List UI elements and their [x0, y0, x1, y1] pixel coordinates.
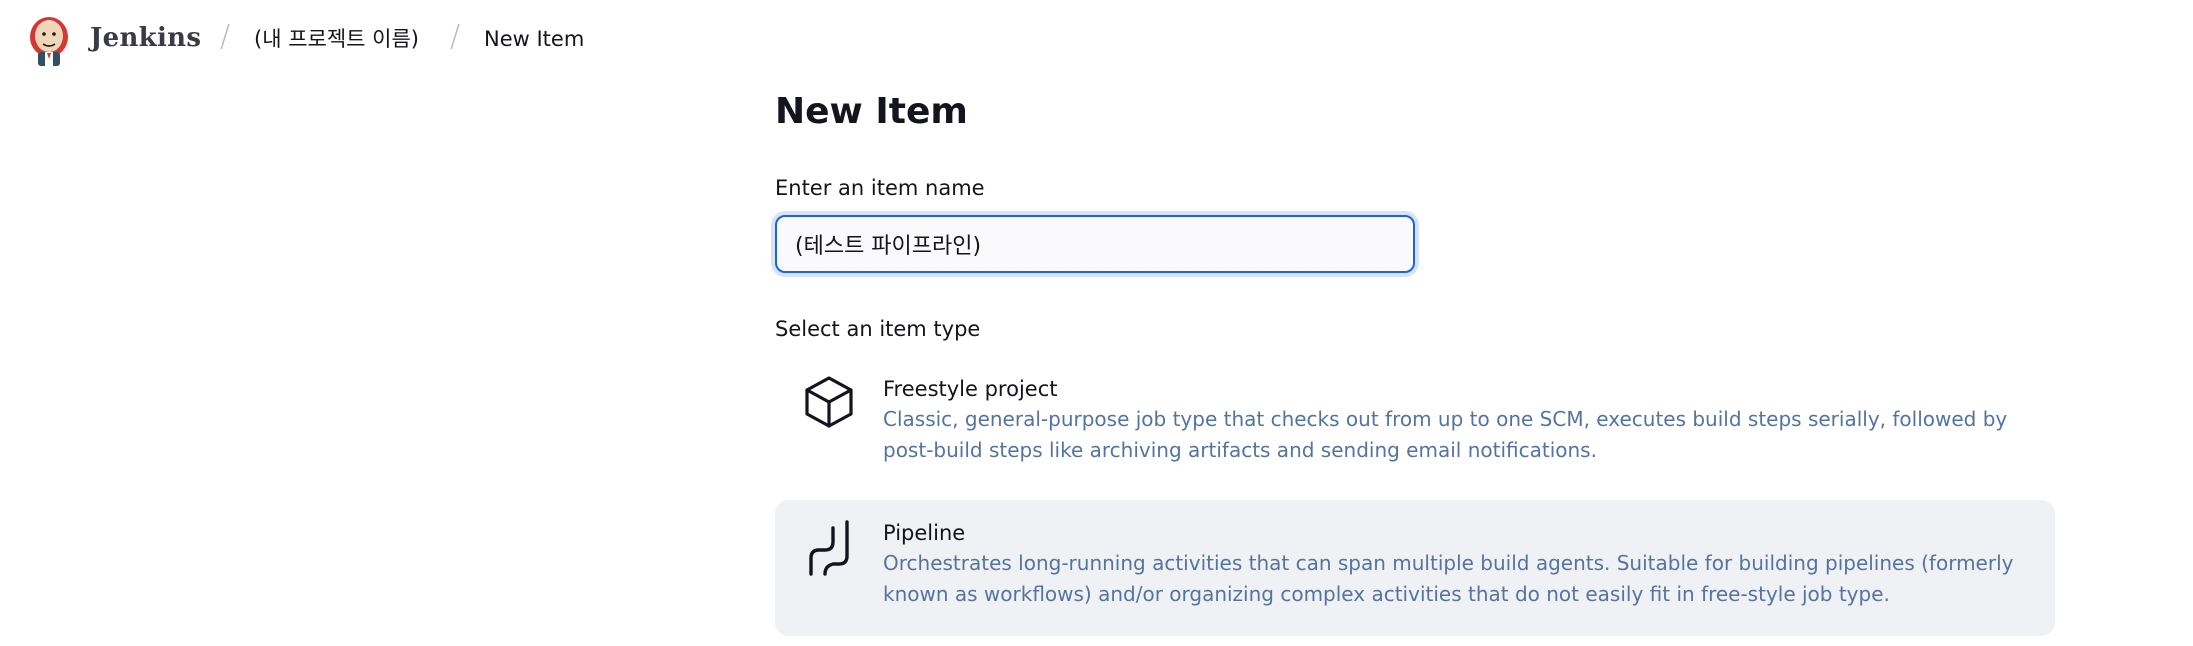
- item-name-input[interactable]: [775, 215, 1415, 273]
- item-type-freestyle[interactable]: Freestyle project Classic, general-purpo…: [775, 356, 2055, 484]
- brand-name[interactable]: Jenkins: [90, 20, 201, 56]
- item-name-label: Enter an item name: [775, 176, 985, 200]
- item-type-description: Orchestrates long-running activities tha…: [883, 551, 2014, 606]
- cube-icon: [805, 376, 853, 428]
- breadcrumb-separator: /: [450, 19, 461, 54]
- page-title: New Item: [775, 91, 968, 132]
- pipeline-icon: [809, 520, 849, 576]
- item-type-name: Pipeline: [883, 521, 966, 545]
- item-type-pipeline[interactable]: Pipeline Orchestrates long-running activ…: [775, 500, 2055, 636]
- top-header: Jenkins / (내 프로젝트 이름) / New Item: [0, 0, 2193, 80]
- breadcrumb-project[interactable]: (내 프로젝트 이름): [254, 24, 419, 54]
- item-type-name: Freestyle project: [883, 377, 1058, 401]
- item-type-label: Select an item type: [775, 317, 981, 341]
- breadcrumb-separator: /: [220, 19, 231, 54]
- breadcrumb-current: New Item: [484, 27, 585, 51]
- item-type-description: Classic, general-purpose job type that c…: [883, 407, 2008, 462]
- jenkins-logo-icon[interactable]: [28, 15, 70, 67]
